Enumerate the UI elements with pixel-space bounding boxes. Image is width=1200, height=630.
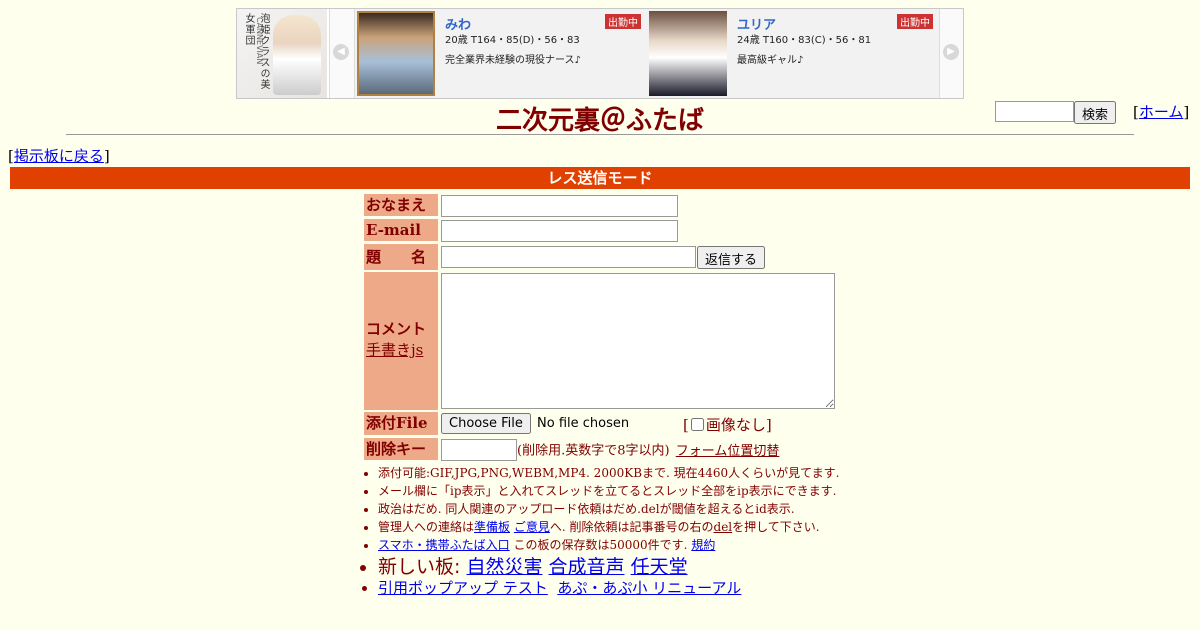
ad-card[interactable]: みわ 出勤中 20歳 T164・85(D)・56・83 完全業界未経験の現役ナー…: [355, 9, 647, 98]
ad-photo: [357, 11, 435, 96]
page-title: 二次元裏＠ふたば: [495, 106, 704, 136]
file-label: 添付File: [364, 412, 438, 435]
subject-input[interactable]: [441, 246, 696, 268]
ad-card[interactable]: ユリア 出勤中 24歳 T160・83(C)・56・81 最高級ギャル♪: [647, 9, 939, 98]
subject-label: 題 名: [364, 244, 438, 270]
divider: [66, 134, 1134, 135]
status-badge: 出勤中: [605, 14, 641, 29]
new-boards-prefix: 新しい板:: [378, 556, 461, 578]
chevron-left-icon: ◀: [333, 44, 349, 60]
ad-photo: [649, 11, 727, 96]
name-label: おなまえ: [364, 194, 438, 216]
handwrite-link[interactable]: 手書きjs: [366, 341, 423, 359]
note-item: 政治はだめ. 同人関連のアップロード依頼はだめ.delが閾値を超えるとid表示.: [378, 501, 878, 518]
choose-file-button[interactable]: Choose File: [441, 413, 531, 434]
rules-link[interactable]: 規約: [691, 538, 715, 552]
delete-key-input[interactable]: [441, 439, 517, 461]
note-item: スマホ・携帯ふたば入口 この板の保存数は50000件です. 規約: [378, 537, 878, 554]
ad-next-button[interactable]: ▶: [939, 9, 963, 98]
note-item: メール欄に「ip表示」と入れてスレッドを立てるとスレッド全部をip表示にできます…: [378, 483, 878, 500]
delete-key-note: (削除用.英数字で8字以内): [517, 443, 670, 459]
comment-label-cell: コメント 手書きjs: [364, 272, 438, 410]
mobile-entrance-link[interactable]: スマホ・携帯ふたば入口: [378, 538, 510, 552]
chevron-right-icon: ▶: [943, 44, 959, 60]
comment-textarea[interactable]: [441, 273, 835, 409]
ad-banner[interactable]: 泡姫クラスの美女軍団 CANNEVIAN ◀ みわ 出勤中 20歳 T164・8…: [236, 8, 964, 99]
note-item: 管理人への連絡は準備板 ご意見へ. 削除依頼は記事番号の右のdelを押して下さい…: [378, 519, 878, 536]
back-link-wrap: [掲示板に戻る]: [8, 147, 110, 165]
back-to-board-link[interactable]: 掲示板に戻る: [14, 147, 104, 165]
note-item: 添付可能:GIF,JPG,PNG,WEBM,MP4. 2000KBまで. 現在4…: [378, 465, 878, 482]
board-notes: 添付可能:GIF,JPG,PNG,WEBM,MP4. 2000KBまで. 現在4…: [362, 465, 878, 598]
board-link-voice[interactable]: 合成音声: [549, 556, 625, 578]
delete-key-label: 削除キー: [364, 438, 438, 460]
note-text: この板の保存数は50000件です.: [513, 538, 688, 552]
del-link[interactable]: del: [714, 520, 733, 534]
ad-card-copy: 最高級ギャル♪: [737, 55, 804, 66]
reply-mode-banner: レス送信モード: [10, 167, 1190, 189]
note-item: 引用ポップアップ テスト あぷ・あぷ小 リニューアル: [378, 580, 878, 597]
name-input[interactable]: [441, 195, 678, 217]
ad-card-stats: 24歳 T160・83(C)・56・81: [737, 35, 872, 46]
email-input[interactable]: [441, 220, 678, 242]
ad-card-copy: 完全業界未経験の現役ナース♪: [445, 55, 581, 66]
ad-logo[interactable]: 泡姫クラスの美女軍団 CANNEVIAN: [237, 9, 327, 98]
ad-card-stats: 20歳 T164・85(D)・56・83: [445, 35, 580, 46]
form-position-toggle-link[interactable]: フォーム位置切替: [676, 444, 780, 459]
ad-logo-brand: CANNEVIAN: [255, 17, 264, 65]
submit-reply-button[interactable]: 返信する: [697, 246, 766, 269]
board-link-disaster[interactable]: 自然災害: [466, 556, 542, 578]
email-label: E-mail: [364, 219, 438, 241]
status-badge: 出勤中: [897, 14, 933, 29]
no-image-option: [画像なし]: [683, 416, 772, 434]
ad-logo-photo: [273, 15, 321, 95]
note-text: を押して下さい.: [732, 520, 820, 534]
upload-renewal-link[interactable]: あぷ・あぷ小 リニューアル: [557, 579, 741, 597]
file-picker: Choose File No file chosen: [441, 413, 629, 434]
no-image-checkbox[interactable]: [690, 418, 704, 431]
quote-popup-test-link[interactable]: 引用ポップアップ テスト: [378, 579, 548, 597]
feedback-link[interactable]: ご意見: [514, 520, 550, 534]
note-text: 管理人への連絡は: [378, 520, 475, 534]
file-status: No file chosen: [537, 416, 630, 431]
ad-prev-button[interactable]: ◀: [329, 9, 355, 98]
note-text: へ. 削除依頼は記事番号の右の: [549, 520, 714, 534]
board-link-nintendo[interactable]: 任天堂: [631, 556, 688, 578]
comment-label: コメント: [366, 320, 427, 338]
prep-board-link[interactable]: 準備板: [474, 520, 510, 534]
no-image-label: 画像なし: [705, 416, 766, 434]
new-boards-item: 新しい板: 自然災害 合成音声 任天堂: [378, 555, 878, 579]
